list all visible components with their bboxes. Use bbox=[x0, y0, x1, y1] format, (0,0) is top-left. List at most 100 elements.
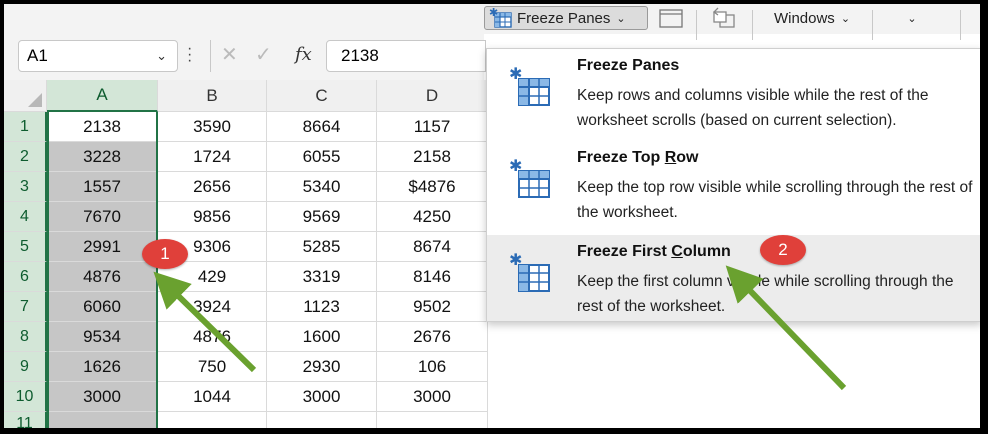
cell-a2[interactable]: 3228 bbox=[47, 142, 158, 172]
menu-item-freeze-first-column[interactable]: ✱ Freeze First Column Keep the first col… bbox=[487, 235, 980, 321]
cell-d5[interactable]: 8674 bbox=[377, 232, 488, 262]
cancel-icon[interactable]: ✕ bbox=[221, 42, 238, 67]
cell-c6[interactable]: 3319 bbox=[267, 262, 377, 292]
row-header-7[interactable]: 7 bbox=[4, 292, 47, 322]
cell-a6[interactable]: 4876 bbox=[47, 262, 158, 292]
row-header-5[interactable]: 5 bbox=[4, 232, 47, 262]
windows-label: Windows bbox=[773, 9, 835, 27]
row-header-8[interactable]: 8 bbox=[4, 322, 47, 352]
switch-windows-button[interactable] bbox=[710, 6, 740, 30]
menu-item-title: Freeze First Column bbox=[577, 243, 731, 260]
cell-b1[interactable]: 3590 bbox=[158, 112, 267, 142]
cell-a10[interactable]: 3000 bbox=[47, 382, 158, 412]
cell-a8[interactable]: 9534 bbox=[47, 322, 158, 352]
menu-item-description: Keep rows and columns visible while the … bbox=[577, 87, 929, 129]
row-header-2[interactable]: 2 bbox=[4, 142, 47, 172]
chevron-down-icon[interactable]: ⌄ bbox=[156, 48, 167, 64]
row-header-1[interactable]: 1 bbox=[4, 112, 47, 142]
switch-windows-icon bbox=[713, 7, 735, 28]
cell-c3[interactable]: 5340 bbox=[267, 172, 377, 202]
cell-a7[interactable]: 6060 bbox=[47, 292, 158, 322]
name-box[interactable]: A1 ⌄ bbox=[18, 40, 178, 72]
cell-b7[interactable]: 3924 bbox=[158, 292, 267, 322]
ribbon-separator bbox=[696, 10, 697, 40]
cell-c8[interactable]: 1600 bbox=[267, 322, 377, 352]
svg-text:✱: ✱ bbox=[509, 157, 522, 175]
freeze-panes-icon: ✱ bbox=[489, 7, 512, 28]
menu-item-description: Keep the top row visible while scrolling… bbox=[577, 179, 973, 221]
cell-c11[interactable] bbox=[267, 412, 377, 428]
formula-value: 2138 bbox=[341, 46, 379, 65]
cell-d4[interactable]: 4250 bbox=[377, 202, 488, 232]
cell-d11[interactable] bbox=[377, 412, 488, 428]
more-icon[interactable]: · · · bbox=[187, 41, 192, 69]
chevron-down-icon: ⌄ bbox=[907, 12, 917, 25]
cell-a3[interactable]: 1557 bbox=[47, 172, 158, 202]
cell-b10[interactable]: 1044 bbox=[158, 382, 267, 412]
row-header-3[interactable]: 3 bbox=[4, 172, 47, 202]
freeze-first-column-icon: ✱ bbox=[509, 251, 550, 292]
more-options-button[interactable]: ⌄ bbox=[882, 6, 942, 30]
cell-c4[interactable]: 9569 bbox=[267, 202, 377, 232]
cell-d1[interactable]: 1157 bbox=[377, 112, 488, 142]
menu-item-title: Freeze Panes bbox=[577, 57, 680, 74]
column-header-b[interactable]: B bbox=[158, 80, 267, 112]
cell-a4[interactable]: 7670 bbox=[47, 202, 158, 232]
ribbon: ✱ Freeze Panes ⌄ Windows ⌄ ⌄ bbox=[4, 4, 980, 40]
row-header-4[interactable]: 4 bbox=[4, 202, 47, 232]
row-header-11[interactable]: 11 bbox=[4, 412, 47, 428]
cell-c2[interactable]: 6055 bbox=[267, 142, 377, 172]
ribbon-separator bbox=[960, 10, 961, 40]
cell-b3[interactable]: 2656 bbox=[158, 172, 267, 202]
chevron-down-icon: ⌄ bbox=[616, 12, 626, 25]
cell-b2[interactable]: 1724 bbox=[158, 142, 267, 172]
cell-a1[interactable]: 2138 bbox=[47, 112, 158, 142]
excel-window: ✱ Freeze Panes ⌄ Windows ⌄ ⌄ A1 ⌄ ··· bbox=[4, 4, 980, 428]
new-window-button[interactable] bbox=[658, 6, 686, 30]
menu-item-description: Keep the first column visible while scro… bbox=[577, 273, 954, 315]
cell-a5[interactable]: 2991 bbox=[47, 232, 158, 262]
menu-item-freeze-panes[interactable]: ✱ Freeze Panes Keep rows and columns vis… bbox=[487, 49, 980, 135]
row-header-9[interactable]: 9 bbox=[4, 352, 47, 382]
confirm-icon[interactable]: ✓ bbox=[255, 42, 272, 67]
ribbon-separator bbox=[872, 10, 873, 40]
cell-d9[interactable]: 106 bbox=[377, 352, 488, 382]
cell-d8[interactable]: 2676 bbox=[377, 322, 488, 352]
annotation-badge-1: 1 bbox=[142, 239, 188, 269]
column-header-c[interactable]: C bbox=[267, 80, 377, 112]
svg-text:✱: ✱ bbox=[509, 251, 522, 269]
cell-c7[interactable]: 1123 bbox=[267, 292, 377, 322]
cell-d3[interactable]: $4876 bbox=[377, 172, 488, 202]
cell-b4[interactable]: 9856 bbox=[158, 202, 267, 232]
name-box-value: A1 bbox=[27, 46, 48, 65]
cell-a9[interactable]: 1626 bbox=[47, 352, 158, 382]
cell-d6[interactable]: 8146 bbox=[377, 262, 488, 292]
cell-c1[interactable]: 8664 bbox=[267, 112, 377, 142]
select-all-corner[interactable] bbox=[4, 80, 47, 112]
cell-c10[interactable]: 3000 bbox=[267, 382, 377, 412]
cell-c5[interactable]: 5285 bbox=[267, 232, 377, 262]
cell-b8[interactable]: 4876 bbox=[158, 322, 267, 352]
row-header-6[interactable]: 6 bbox=[4, 262, 47, 292]
column-header-a[interactable]: A bbox=[47, 80, 158, 112]
freeze-panes-icon: ✱ bbox=[509, 65, 550, 106]
annotation-badge-2: 2 bbox=[760, 235, 806, 265]
chevron-down-icon: ⌄ bbox=[840, 12, 851, 25]
formula-input[interactable]: 2138 bbox=[326, 40, 486, 72]
column-header-d[interactable]: D bbox=[377, 80, 488, 112]
insert-function-button[interactable]: fx bbox=[295, 44, 312, 65]
cell-d7[interactable]: 9502 bbox=[377, 292, 488, 322]
cell-b9[interactable]: 750 bbox=[158, 352, 267, 382]
cell-d2[interactable]: 2158 bbox=[377, 142, 488, 172]
select-all-triangle-icon bbox=[28, 93, 42, 107]
cell-a11[interactable] bbox=[47, 412, 158, 428]
freeze-panes-menu: ✱ Freeze Panes Keep rows and columns vis… bbox=[486, 48, 980, 322]
cell-c9[interactable]: 2930 bbox=[267, 352, 377, 382]
cell-b11[interactable] bbox=[158, 412, 267, 428]
menu-item-freeze-top-row[interactable]: ✱ Freeze Top Row Keep the top row visibl… bbox=[487, 141, 980, 227]
cell-d10[interactable]: 3000 bbox=[377, 382, 488, 412]
freeze-panes-button[interactable]: ✱ Freeze Panes ⌄ bbox=[484, 6, 648, 30]
row-header-10[interactable]: 10 bbox=[4, 382, 47, 412]
freeze-panes-label: Freeze Panes bbox=[517, 9, 611, 27]
windows-group-button[interactable]: Windows ⌄ bbox=[756, 6, 868, 30]
